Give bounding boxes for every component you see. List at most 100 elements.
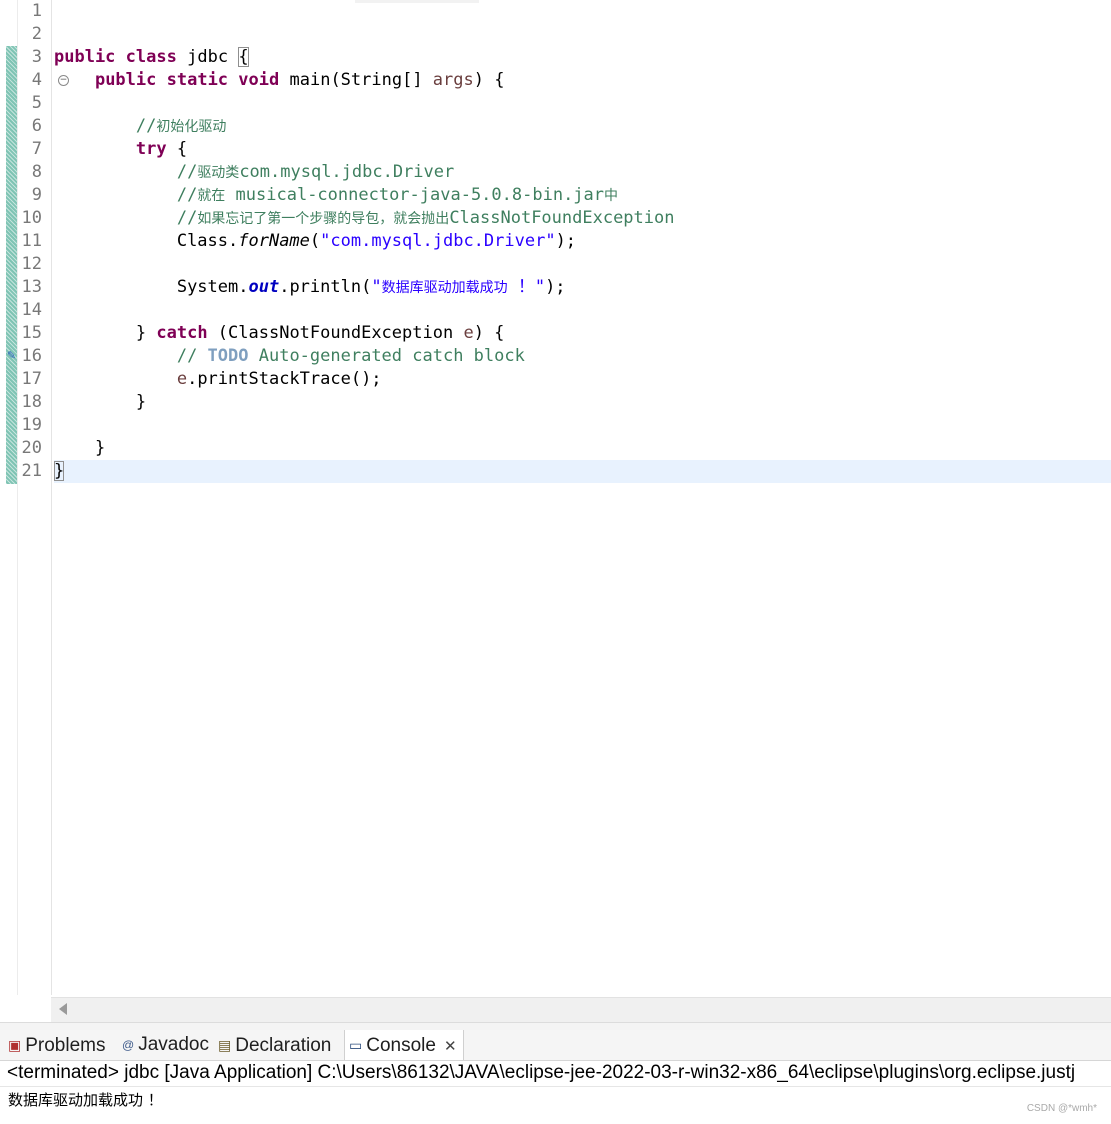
- method-signature: main(String[]: [289, 70, 433, 90]
- close-icon[interactable]: ✕: [444, 1038, 457, 1055]
- comment: //: [176, 162, 198, 182]
- quick-diff-ruler: [6, 46, 17, 484]
- horizontal-scrollbar[interactable]: [51, 997, 1111, 1022]
- static-field: out: [248, 277, 280, 297]
- editor-top-edge: [355, 0, 479, 3]
- comment: Auto-generated catch block: [248, 346, 525, 366]
- comment: //: [135, 116, 157, 136]
- code-line: //如果忘记了第一个步骤的导包，就会抛出ClassNotFoundExcepti…: [54, 207, 1111, 230]
- parameter: args: [432, 70, 474, 90]
- code-text: ) {: [473, 323, 505, 343]
- code-line: // TODO Auto-generated catch block: [54, 345, 1111, 368]
- tab-label: Declaration: [235, 1035, 332, 1056]
- line-number: 11: [21, 231, 42, 251]
- task-marker-icon[interactable]: ✎: [6, 349, 17, 362]
- line-number: 1: [31, 1, 42, 21]
- code-text: }: [94, 438, 106, 458]
- code-line: //就在 musical-connector-java-5.0.8-bin.ja…: [54, 184, 1111, 207]
- keyword: void: [238, 70, 280, 90]
- console-output-text: 数据库驱动加载成功 ！: [8, 1091, 163, 1109]
- line-number: 5: [31, 93, 42, 113]
- matching-bracket: }: [54, 461, 65, 481]
- code-editor[interactable]: ✎ 1 2 3 4 5 6 7 8 9 10 11 12 13 14 15 16…: [0, 0, 1111, 995]
- comment: 如果忘记了第一个步骤的导包，就会抛出: [197, 211, 450, 227]
- class-name: jdbc: [187, 47, 229, 67]
- string-literal: 数据库驱动加载成功: [381, 280, 508, 296]
- code-text: .println(: [279, 277, 372, 297]
- keyword: catch: [156, 323, 208, 343]
- keyword: public: [54, 47, 116, 67]
- line-number: 17: [21, 369, 42, 389]
- code-line: }: [54, 391, 1111, 414]
- comment: //: [176, 346, 208, 366]
- parameter: e: [463, 323, 474, 343]
- tab-declaration[interactable]: ▤ Declaration: [218, 1030, 331, 1060]
- method-call: forName: [238, 231, 310, 251]
- code-line: }: [54, 437, 1111, 460]
- code-line: try {: [54, 138, 1111, 161]
- code-text: Class.: [176, 231, 239, 251]
- line-number: 2: [31, 24, 42, 44]
- comment: 驱动类: [197, 165, 240, 181]
- todo-tag: TODO: [207, 346, 249, 366]
- tab-problems[interactable]: ▣ Problems: [8, 1030, 105, 1060]
- line-number: 10: [21, 208, 42, 228]
- comment: //: [176, 185, 198, 205]
- tab-console[interactable]: ▭ Console ✕: [344, 1030, 464, 1060]
- tab-label: Javadoc: [138, 1034, 209, 1055]
- line-number: 18: [21, 392, 42, 412]
- console-process-label: <terminated> jdbc [Java Application] C:\…: [7, 1062, 1076, 1083]
- keyword: class: [125, 47, 177, 67]
- watermark: CSDN @*wmh*: [1026, 1103, 1097, 1114]
- code-line: //驱动类com.mysql.jdbc.Driver: [54, 161, 1111, 184]
- tab-label: Problems: [25, 1035, 106, 1056]
- line-number: 8: [31, 162, 42, 182]
- code-text: ) {: [473, 70, 505, 90]
- line-number: 13: [21, 277, 42, 297]
- views-tab-bar: ▣ Problems @ Javadoc ▤ Declaration ▭ Console…: [0, 1030, 1111, 1061]
- string-literal: "com.mysql.jdbc.Driver": [320, 231, 556, 251]
- code-text: {: [166, 139, 188, 159]
- line-number: 14: [21, 300, 42, 320]
- code-text: }: [135, 323, 157, 343]
- line-number: 16: [21, 346, 42, 366]
- code-line: public static void main(String[] args) {: [54, 69, 1111, 92]
- comment: musical-connector-java-5.0.8-bin.jar: [225, 185, 605, 205]
- declaration-icon: ▤: [218, 1037, 232, 1053]
- string-literal: ！": [507, 277, 546, 297]
- matching-bracket: {: [238, 47, 249, 67]
- comment: ClassNotFoundException: [449, 208, 675, 228]
- scroll-left-icon[interactable]: [59, 1003, 67, 1015]
- comment: com.mysql.jdbc.Driver: [239, 162, 455, 182]
- code-line: System.out.println("数据库驱动加载成功 ！");: [54, 276, 1111, 299]
- line-number: 15: [21, 323, 42, 343]
- code-line: //初始化驱动: [54, 115, 1111, 138]
- tab-javadoc[interactable]: @ Javadoc: [122, 1030, 209, 1060]
- line-number: 4: [31, 70, 42, 90]
- console-output-area[interactable]: 数据库驱动加载成功 ！: [0, 1086, 1111, 1124]
- code-line: e.printStackTrace();: [54, 368, 1111, 391]
- line-number: 3: [31, 47, 42, 67]
- line-number: 7: [31, 139, 42, 159]
- string-literal: ": [371, 277, 382, 297]
- comment: 中: [604, 188, 619, 204]
- line-number: 6: [31, 116, 42, 136]
- code-text: (ClassNotFoundException: [207, 323, 464, 343]
- comment: //: [176, 208, 198, 228]
- line-number: 9: [31, 185, 42, 205]
- comment: 就在: [197, 188, 226, 204]
- code-text: );: [545, 277, 566, 297]
- console-icon: ▭: [349, 1037, 363, 1053]
- code-text: (: [309, 231, 321, 251]
- keyword: public: [94, 70, 157, 90]
- comment: 初始化驱动: [156, 119, 227, 135]
- current-code-line: }: [54, 460, 1111, 483]
- line-number: 19: [21, 415, 42, 435]
- code-text: System.: [176, 277, 249, 297]
- tab-label: Console: [366, 1035, 436, 1056]
- keyword: static: [166, 70, 229, 90]
- line-number: 12: [21, 254, 42, 274]
- line-number: 20: [21, 438, 42, 458]
- javadoc-icon: @: [122, 1038, 135, 1052]
- line-number-gutter: 1 2 3 4 5 6 7 8 9 10 11 12 13 14 15 16 1…: [18, 0, 69, 995]
